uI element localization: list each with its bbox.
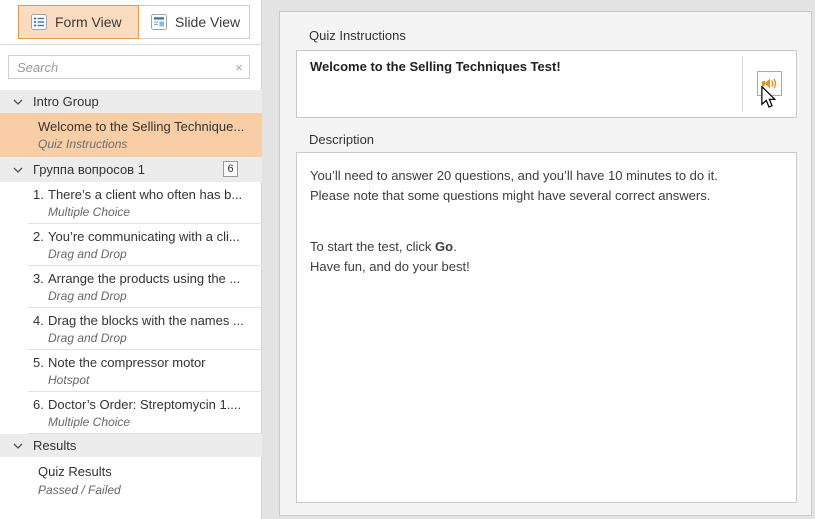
group-header-questions[interactable]: Группа вопросов 1 6 <box>0 157 262 182</box>
slide-view-icon <box>151 14 167 30</box>
group-label: Intro Group <box>33 94 99 109</box>
tree-item-title: Welcome to the Selling Technique... <box>38 119 245 134</box>
speaker-icon <box>761 76 778 91</box>
question-number: 5. <box>33 355 44 370</box>
group-label: Группа вопросов 1 <box>33 162 145 177</box>
description-line: Have fun, and do your best! <box>310 259 470 274</box>
tree-item-title: There’s a client who often has b... <box>48 187 243 202</box>
clear-search-icon[interactable]: × <box>229 60 249 75</box>
sidebar: Form View Slide View × <box>0 0 262 519</box>
tree-item-type: Multiple Choice <box>48 205 131 219</box>
quiz-instructions-label: Quiz Instructions <box>309 28 406 43</box>
tree-item-type: Passed / Failed <box>38 483 121 497</box>
audio-button[interactable] <box>757 71 782 96</box>
description-field[interactable]: You’ll need to answer 20 questions, and … <box>296 152 797 503</box>
chevron-down-icon[interactable] <box>13 443 23 449</box>
tree-item-question-4[interactable]: 4. Drag the blocks with the names ... Dra… <box>0 308 262 350</box>
group-label: Results <box>33 438 77 453</box>
tree-item-question-1[interactable]: 1. There’s a client who often has b... Mu… <box>0 182 262 224</box>
question-number: 1. <box>33 187 44 202</box>
tree-item-title: Drag the blocks with the names ... <box>48 313 244 328</box>
tab-slide-view[interactable]: Slide View <box>138 5 250 39</box>
tree-item-question-6[interactable]: 6. Doctor’s Order: Streptomycin 1.... Mul… <box>0 392 262 434</box>
quiz-title-field[interactable]: Welcome to the Selling Techniques Test! <box>296 50 797 118</box>
search-input[interactable] <box>9 59 229 75</box>
tab-form-view-label: Form View <box>55 14 122 30</box>
tab-slide-view-label: Slide View <box>175 14 241 30</box>
chevron-down-icon[interactable] <box>13 99 23 105</box>
description-blank-line <box>310 206 782 237</box>
tree-item-type: Quiz Instructions <box>38 137 128 151</box>
quiz-title-text: Welcome to the Selling Techniques Test! <box>310 59 561 74</box>
question-number: 3. <box>33 271 44 286</box>
group-header-intro[interactable]: Intro Group <box>0 90 262 113</box>
tree-item-question-2[interactable]: 2. You’re communicating with a cli... Dra… <box>0 224 262 266</box>
tree-item-question-5[interactable]: 5. Note the compressor motor Hotspot <box>0 350 262 392</box>
tree-item-title: Arrange the products using the ... <box>48 271 241 286</box>
go-bold-text: Go <box>435 239 454 254</box>
group-header-results[interactable]: Results <box>0 434 262 457</box>
tree-item-quiz-instructions[interactable]: Welcome to the Selling Technique... Quiz… <box>0 113 262 157</box>
description-line: To start the test, click Go. <box>310 239 457 254</box>
description-label: Description <box>309 132 375 147</box>
field-divider <box>742 56 743 112</box>
tree-item-title: Quiz Results <box>38 464 112 479</box>
question-number: 2. <box>33 229 44 244</box>
tree-item-type: Drag and Drop <box>48 289 127 303</box>
tree-item-type: Hotspot <box>48 373 90 387</box>
tab-separator <box>0 44 262 45</box>
tree-item-title: Note the compressor motor <box>48 355 206 370</box>
quiz-editor-window: Form View Slide View × <box>0 0 815 519</box>
form-view-icon <box>31 14 47 30</box>
question-count-badge: 6 <box>223 161 238 177</box>
tree-item-type: Multiple Choice <box>48 415 131 429</box>
description-line: You’ll need to answer 20 questions, and … <box>310 168 718 183</box>
tree-item-title: You’re communicating with a cli... <box>48 229 240 244</box>
question-number: 6. <box>33 397 44 412</box>
tab-form-view[interactable]: Form View <box>18 5 139 39</box>
tree-item-title: Doctor’s Order: Streptomycin 1.... <box>48 397 242 412</box>
question-number: 4. <box>33 313 44 328</box>
question-tree: Intro Group Welcome to the Selling Techn… <box>0 90 262 503</box>
tree-item-question-3[interactable]: 3. Arrange the products using the ... Dra… <box>0 266 262 308</box>
chevron-down-icon[interactable] <box>13 167 23 173</box>
search-box: × <box>8 55 250 79</box>
tree-item-type: Drag and Drop <box>48 331 127 345</box>
tree-item-type: Drag and Drop <box>48 247 127 261</box>
description-line: Please note that some questions might ha… <box>310 188 711 203</box>
details-panel: Quiz Instructions Welcome to the Selling… <box>279 11 812 516</box>
tree-item-quiz-results[interactable]: Quiz Results Passed / Failed <box>0 457 262 503</box>
